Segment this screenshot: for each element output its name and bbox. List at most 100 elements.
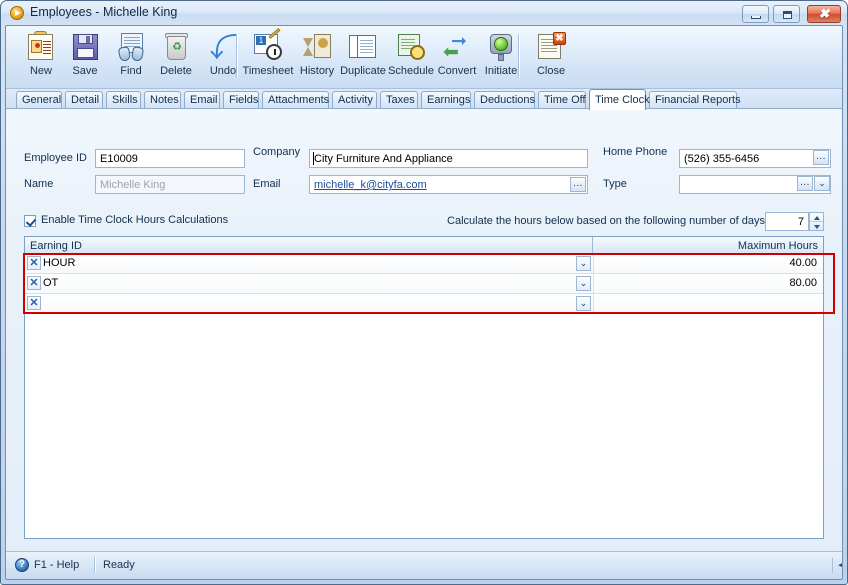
type-label: Type xyxy=(603,178,627,190)
timesheet-icon: 1 xyxy=(252,28,284,63)
row-delete-button[interactable]: ✕ xyxy=(27,296,41,310)
help-text[interactable]: F1 - Help xyxy=(34,559,79,571)
tab-taxes[interactable]: Taxes xyxy=(380,91,418,109)
email-link[interactable]: michelle_k@cityfa.com xyxy=(314,179,427,191)
initiate-icon xyxy=(485,31,517,63)
home-phone-label: Home Phone xyxy=(603,146,668,158)
toolbar-separator xyxy=(518,34,520,78)
minimize-button[interactable] xyxy=(742,5,769,23)
home-phone-ellipsis-button[interactable]: ... xyxy=(813,150,829,165)
tab-general[interactable]: General xyxy=(16,91,62,109)
new-record-icon xyxy=(25,31,57,63)
row-delete-button[interactable]: ✕ xyxy=(27,276,41,290)
employee-id-label: Employee ID xyxy=(24,152,87,164)
toolbar-label: Timesheet xyxy=(242,65,294,77)
company-input[interactable]: City Furniture And Appliance xyxy=(309,149,588,168)
table-row[interactable]: ✕ OT ⌄ 80.00 xyxy=(25,274,823,294)
tab-time-clock[interactable]: Time Clock xyxy=(589,89,650,110)
tab-skills[interactable]: Skills xyxy=(106,91,141,109)
toolbar-button-duplicate[interactable]: Duplicate xyxy=(336,28,390,86)
toolbar-label: Duplicate xyxy=(340,65,386,77)
toolbar-label: Delete xyxy=(160,65,192,77)
grid-rows: ✕ HOUR ⌄ 40.00 ✕ OT ⌄ 80.00 ✕ ⌄ xyxy=(25,254,823,538)
row-delete-button[interactable]: ✕ xyxy=(27,256,41,270)
tab-deductions[interactable]: Deductions xyxy=(474,91,535,109)
email-label: Email xyxy=(253,178,281,190)
employee-id-input[interactable]: E10009 xyxy=(95,149,245,168)
days-spinner-up[interactable] xyxy=(810,213,823,222)
cell-maximum-hours[interactable]: 40.00 xyxy=(594,254,823,273)
close-icon: ✖ xyxy=(818,6,830,21)
tab-notes[interactable]: Notes xyxy=(144,91,181,109)
toolbar-button-close[interactable]: ✖ Close xyxy=(524,28,578,86)
tab-earnings[interactable]: Earnings xyxy=(421,91,471,109)
status-text: Ready xyxy=(103,559,135,571)
type-ellipsis-button[interactable]: ... xyxy=(797,176,813,191)
column-header-maximum-hours[interactable]: Maximum Hours xyxy=(593,237,823,254)
toolbar-label: Close xyxy=(536,65,566,77)
play-circle-icon xyxy=(10,6,24,20)
tab-email[interactable]: Email xyxy=(184,91,220,109)
cell-earning-id[interactable]: OT xyxy=(43,274,583,293)
window-client-area: New Save Find ♻ Delete ⤵ Undo 1 Timeshee… xyxy=(5,25,843,580)
convert-icon: ➞ ⬅ xyxy=(443,31,467,63)
help-icon[interactable]: ? xyxy=(15,558,29,572)
enable-time-clock-checkbox[interactable] xyxy=(24,215,36,227)
window-title: Employees - Michelle King xyxy=(30,5,178,19)
save-icon xyxy=(69,31,101,63)
maximize-button[interactable] xyxy=(773,5,800,23)
cell-earning-id[interactable] xyxy=(43,294,583,313)
minimize-icon xyxy=(751,16,761,19)
maximize-icon xyxy=(783,11,792,19)
days-input[interactable]: 7 xyxy=(765,212,809,231)
status-separator xyxy=(94,557,96,573)
toolbar-button-timesheet[interactable]: 1 Timesheet xyxy=(241,28,295,86)
duplicate-icon xyxy=(347,31,379,63)
tab-attachments[interactable]: Attachments xyxy=(262,91,329,109)
type-dropdown-button[interactable]: ⌄ xyxy=(814,176,830,191)
company-label: Company xyxy=(253,146,301,158)
tab-activity[interactable]: Activity xyxy=(332,91,377,109)
nav-first-button[interactable]: ◀❙ xyxy=(838,557,842,574)
name-label: Name xyxy=(24,178,54,190)
row-dropdown-button[interactable]: ⌄ xyxy=(576,276,591,291)
tab-time-off[interactable]: Time Off xyxy=(538,91,586,109)
status-bar: ? F1 - Help Ready ◀❙ ◀ 1 of 1 ▶ ❙▶ xyxy=(6,551,842,579)
table-row[interactable]: ✕ ⌄ xyxy=(25,294,823,314)
days-spinner[interactable] xyxy=(809,212,824,231)
column-header-earning-id[interactable]: Earning ID xyxy=(25,237,593,254)
main-toolbar: New Save Find ♻ Delete ⤵ Undo 1 Timeshee… xyxy=(6,26,842,89)
delete-icon: ♻ xyxy=(160,31,192,63)
schedule-icon xyxy=(395,31,427,63)
caret-down-icon xyxy=(814,224,820,229)
home-phone-input[interactable]: (526) 355-6456 xyxy=(679,149,831,168)
toolbar-button-delete[interactable]: ♻ Delete xyxy=(149,28,203,86)
undo-icon: ⤵ xyxy=(210,33,237,63)
close-record-icon: ✖ xyxy=(535,31,567,63)
close-button[interactable]: ✖ xyxy=(807,5,841,23)
row-dropdown-button[interactable]: ⌄ xyxy=(576,256,591,271)
time-clock-panel: Employee ID E10009 Name Michelle King Co… xyxy=(6,109,842,551)
cell-maximum-hours[interactable]: 80.00 xyxy=(594,274,823,293)
name-input: Michelle King xyxy=(95,175,245,194)
title-bar: Employees - Michelle King ✖ xyxy=(1,1,847,25)
cell-maximum-hours[interactable] xyxy=(594,294,823,313)
tab-detail[interactable]: Detail xyxy=(65,91,103,109)
earnings-grid[interactable]: Earning ID Maximum Hours ✕ HOUR ⌄ 40.00 … xyxy=(24,236,824,539)
nav-separator xyxy=(832,558,833,573)
days-label: Calculate the hours below based on the f… xyxy=(447,215,765,227)
email-input[interactable]: michelle_k@cityfa.com ... xyxy=(309,175,588,194)
tab-fields[interactable]: Fields xyxy=(223,91,259,109)
row-dropdown-button[interactable]: ⌄ xyxy=(576,296,591,311)
cell-earning-id[interactable]: HOUR xyxy=(43,254,583,273)
application-window: Employees - Michelle King ✖ New Save Fin… xyxy=(0,0,848,585)
days-spinner-down[interactable] xyxy=(810,222,823,230)
table-row[interactable]: ✕ HOUR ⌄ 40.00 xyxy=(25,254,823,274)
grid-header: Earning ID Maximum Hours xyxy=(25,237,823,255)
caret-up-icon xyxy=(814,215,820,220)
tab-financial-reports[interactable]: Financial Reports xyxy=(649,91,741,109)
find-icon xyxy=(115,31,147,63)
history-icon xyxy=(301,31,333,63)
email-ellipsis-button[interactable]: ... xyxy=(570,177,586,192)
tab-bar: General Detail Skills Notes Email Fields… xyxy=(6,89,842,110)
